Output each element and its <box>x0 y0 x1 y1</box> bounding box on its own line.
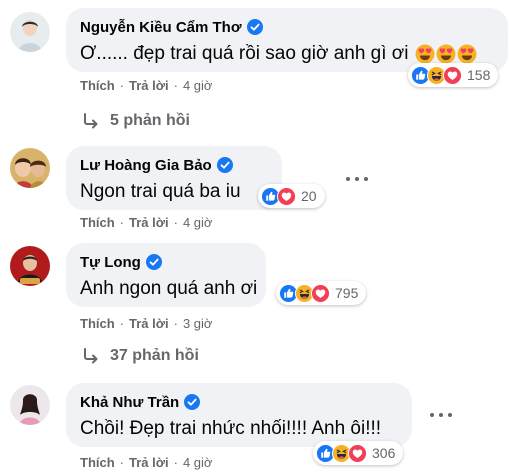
view-replies-link[interactable]: 5 phản hồi <box>82 112 190 130</box>
reply-button[interactable]: Trả lời <box>129 316 169 331</box>
avatar[interactable] <box>10 12 50 52</box>
verified-icon <box>146 254 162 270</box>
comment-timestamp[interactable]: 3 giờ <box>183 316 213 331</box>
comment-text: Anh ngon quá anh ơi <box>80 278 258 299</box>
reaction-count: 20 <box>301 188 317 204</box>
comment-text: Ngon trai quá ba iu <box>80 181 241 202</box>
comment-actions: Thích · Trả lời · 3 giờ <box>80 316 213 331</box>
more-options-icon[interactable] <box>430 407 452 423</box>
comment-bubble: Khả Như Trần Chồi! Đẹp trai nhức nhối!!!… <box>66 383 412 447</box>
reaction-count: 306 <box>372 445 396 461</box>
like-button[interactable]: Thích <box>80 78 115 93</box>
reply-button[interactable]: Trả lời <box>129 78 169 93</box>
comment-text: Chồi! Đẹp trai nhức nhối!!!! Anh ôi!!! <box>80 418 382 439</box>
replies-count-label: 37 phản hồi <box>110 347 199 364</box>
commenter-name[interactable]: Nguyễn Kiều Cẩm Thơ <box>80 19 242 36</box>
emoji-group <box>415 44 477 64</box>
heart-eyes-emoji-icon <box>436 44 456 64</box>
verified-icon <box>247 19 263 35</box>
avatar[interactable] <box>10 148 50 188</box>
love-reaction-icon <box>277 187 296 206</box>
reactions-summary[interactable]: 795 <box>276 281 367 305</box>
comment-bubble: Tự Long Anh ngon quá anh ơi <box>66 243 266 307</box>
reply-button[interactable]: Trả lời <box>129 455 169 470</box>
like-button[interactable]: Thích <box>80 215 115 230</box>
view-replies-link[interactable]: 37 phản hồi <box>82 347 199 365</box>
reaction-count: 158 <box>467 67 491 83</box>
replies-count-label: 5 phản hồi <box>110 112 190 129</box>
like-button[interactable]: Thích <box>80 455 115 470</box>
verified-icon <box>184 394 200 410</box>
avatar[interactable] <box>10 385 50 425</box>
reactions-summary[interactable]: 158 <box>408 63 499 87</box>
verified-icon <box>217 157 233 173</box>
comment-actions: Thích · Trả lời · 4 giờ <box>80 455 213 470</box>
reaction-count: 795 <box>335 285 359 301</box>
comment-actions: Thích · Trả lời · 4 giờ <box>80 215 213 230</box>
heart-eyes-emoji-icon <box>415 44 435 64</box>
reactions-summary[interactable]: 20 <box>258 184 325 208</box>
commenter-name[interactable]: Lư Hoàng Gia Bảo <box>80 157 212 174</box>
commenter-name[interactable]: Tự Long <box>80 254 141 271</box>
more-options-icon[interactable] <box>346 171 368 187</box>
love-reaction-icon <box>311 284 330 303</box>
comment-timestamp[interactable]: 4 giờ <box>183 455 213 470</box>
comment-timestamp[interactable]: 4 giờ <box>183 215 213 230</box>
reply-button[interactable]: Trả lời <box>129 215 169 230</box>
like-button[interactable]: Thích <box>80 316 115 331</box>
comment-bubble: Lư Hoàng Gia Bảo Ngon trai quá ba iu <box>66 146 282 210</box>
love-reaction-icon <box>443 66 462 85</box>
commenter-name[interactable]: Khả Như Trần <box>80 394 179 411</box>
reply-arrow-icon <box>82 112 100 130</box>
comment-timestamp[interactable]: 4 giờ <box>183 78 213 93</box>
reply-arrow-icon <box>82 347 100 365</box>
avatar[interactable] <box>10 246 50 286</box>
love-reaction-icon <box>348 444 367 463</box>
comment-actions: Thích · Trả lời · 4 giờ <box>80 78 213 93</box>
reactions-summary[interactable]: 306 <box>313 441 404 465</box>
heart-eyes-emoji-icon <box>457 44 477 64</box>
comment-text-content: Ơ...... đẹp trai quá rồi sao giờ anh gì … <box>80 43 409 64</box>
